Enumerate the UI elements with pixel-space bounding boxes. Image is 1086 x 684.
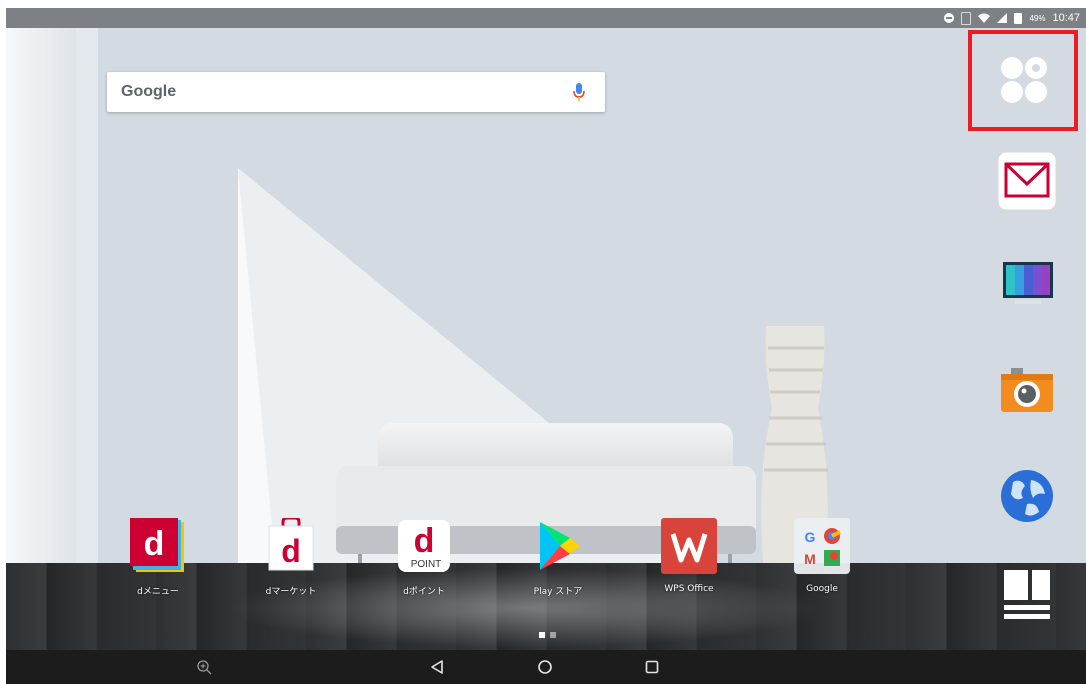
d-market-icon: d <box>268 516 314 571</box>
app-d-market[interactable]: d dマーケット <box>251 516 331 597</box>
envelope-icon[interactable] <box>996 150 1058 212</box>
wps-office-icon <box>661 518 717 574</box>
do-not-disturb-icon <box>944 13 955 23</box>
app-wps-office[interactable]: WPS Office <box>649 518 729 594</box>
d-point-icon-text: POINT <box>411 559 442 570</box>
page-dot <box>539 632 545 638</box>
camera-icon[interactable] <box>999 366 1055 414</box>
page-dot <box>550 632 556 638</box>
app-google-folder[interactable]: G M Google <box>782 518 862 594</box>
status-icons: 49% 10:47 <box>944 10 1080 26</box>
app-d-menu[interactable]: d dメニュー <box>118 518 198 597</box>
app-label: dメニュー <box>137 587 179 597</box>
svg-text:d: d <box>281 533 301 569</box>
d-menu-icon: d <box>130 518 184 572</box>
globe-icon[interactable] <box>999 468 1055 524</box>
zoom-icon[interactable] <box>196 659 212 675</box>
google-logo: Google <box>121 83 177 100</box>
play-store-icon <box>540 522 580 570</box>
signal-icon <box>997 13 1008 23</box>
page-indicator <box>539 632 556 638</box>
app-label: WPS Office <box>664 584 714 594</box>
app-label: Play ストア <box>533 587 583 597</box>
app-label: dポイント <box>403 587 445 597</box>
all-apps-highlight <box>968 30 1078 131</box>
google-folder-icon: G M <box>794 518 850 574</box>
app-label: dマーケット <box>265 587 317 597</box>
svg-text:M: M <box>804 551 816 567</box>
d-point-icon: d POINT <box>398 520 450 572</box>
app-label: Google <box>806 584 838 594</box>
recents-icon[interactable] <box>644 659 660 675</box>
battery-icon <box>1014 12 1023 24</box>
svg-text:d: d <box>144 525 165 563</box>
google-search-bar[interactable]: Google <box>107 72 605 112</box>
mic-icon[interactable] <box>572 82 586 102</box>
split-screen-icon[interactable] <box>1002 568 1052 620</box>
home-screen: 49% 10:47 Google d dメニュー d dマーケット d POIN… <box>6 8 1086 684</box>
home-icon[interactable] <box>537 659 553 675</box>
app-play-store[interactable]: Play ストア <box>518 518 598 597</box>
svg-text:G: G <box>805 529 816 545</box>
status-bar: 49% 10:47 <box>6 8 1086 28</box>
battery-percent: 49% <box>1029 13 1046 23</box>
nfc-icon <box>961 11 972 25</box>
svg-text:d: d <box>414 522 435 560</box>
navigation-bar <box>6 650 1086 684</box>
clock: 10:47 <box>1052 12 1080 24</box>
wifi-icon <box>978 13 991 23</box>
television-icon[interactable] <box>1001 260 1055 308</box>
app-d-point[interactable]: d POINT dポイント <box>384 518 464 597</box>
back-icon[interactable] <box>429 659 445 675</box>
